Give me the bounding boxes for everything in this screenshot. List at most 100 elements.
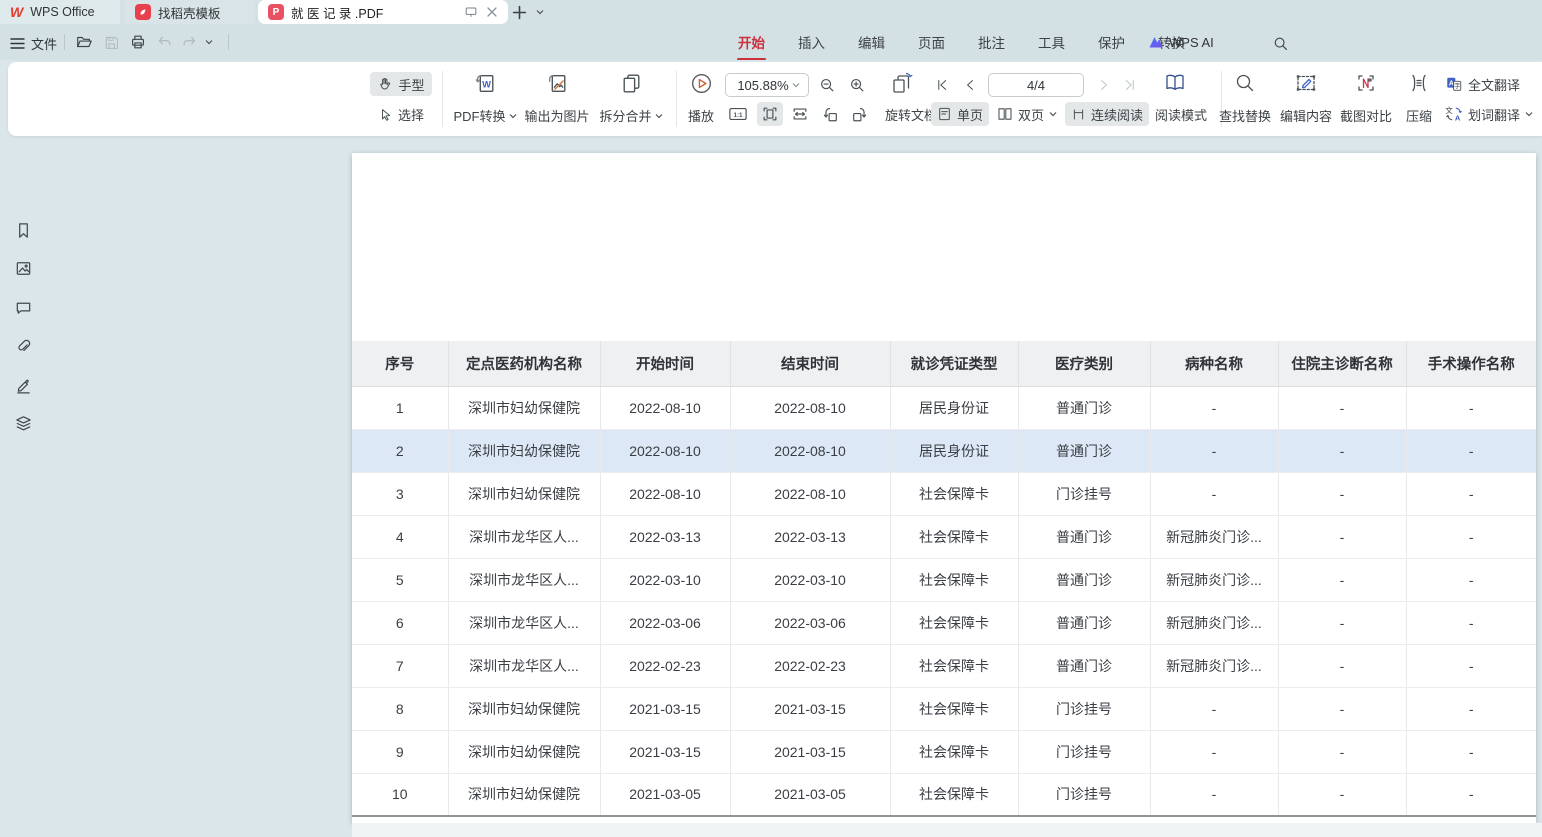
rotate-right-button[interactable] [847,102,873,126]
row-number-cell: 6 [352,601,448,644]
select-tool-button[interactable]: 选择 [370,102,432,126]
single-page-button[interactable]: 单页 [931,102,989,126]
row-number-cell: 1 [352,386,448,429]
compress-label: 压缩 [1406,106,1432,125]
table-cell: - [1278,773,1406,816]
menu-item-edit[interactable]: 编辑 [855,30,888,54]
menu-search-icon[interactable] [1268,31,1292,55]
compress-button[interactable]: 压缩 [1395,68,1443,130]
tab-docer-templates[interactable]: 找稻壳模板 [125,0,255,24]
close-tab-icon[interactable] [486,6,498,18]
print-button[interactable] [126,30,150,54]
zoom-level-combobox[interactable]: 105.88% [725,73,809,97]
redo-button[interactable] [178,30,202,54]
new-tab-button[interactable] [512,0,527,24]
menu-item-insert[interactable]: 插入 [795,30,828,54]
quick-access-chevron-icon[interactable] [200,30,218,54]
play-button[interactable]: 播放 [680,68,722,130]
chevron-down-icon [1049,111,1057,117]
tab-label: 找稻壳模板 [158,3,221,22]
wps-ai-button[interactable]: WPS AI [1148,33,1214,51]
zoom-in-button[interactable] [844,73,870,97]
read-mode-book-icon[interactable] [1160,68,1190,98]
word-translate-icon: 文 A [1445,105,1463,123]
tab-list-chevron-icon[interactable] [536,0,544,24]
column-header: 就诊凭证类型 [890,341,1018,386]
pdf-convert-icon: W [473,71,498,96]
find-replace-button[interactable]: 查找替换 [1214,68,1276,130]
divider [442,71,443,127]
continuous-read-icon [1071,107,1086,122]
tab-wps-office[interactable]: W WPS Office [0,0,120,24]
thumbnail-panel-icon[interactable] [12,257,34,279]
table-row: 5深圳市龙华区人...2022-03-102022-03-10社会保障卡普通门诊… [352,558,1536,601]
table-row: 9深圳市妇幼保健院2021-03-152021-03-15社会保障卡门诊挂号--… [352,730,1536,773]
continuous-read-label: 连续阅读 [1091,105,1143,124]
table-cell: - [1406,601,1536,644]
full-text-translate-button[interactable]: A 字 全文翻译 [1445,72,1537,96]
tab-document-pdf[interactable]: P 就 医 记 录 .PDF [258,0,508,24]
table-cell: 2022-03-06 [600,601,730,644]
row-number-cell: 4 [352,515,448,558]
divider [228,34,229,50]
attachment-panel-icon[interactable] [12,335,34,357]
export-image-label: 输出为图片 [524,106,589,125]
table-cell: - [1278,601,1406,644]
table-cell: 普通门诊 [1018,644,1150,687]
wps-logo-icon: W [10,4,23,20]
previous-page-button[interactable] [959,74,981,96]
export-image-button[interactable]: 输出为图片 [517,68,597,130]
column-header: 开始时间 [600,341,730,386]
hand-tool-button[interactable]: 手型 [370,72,432,96]
screen-share-icon[interactable] [463,4,479,20]
table-cell: - [1406,558,1536,601]
column-header: 序号 [352,341,448,386]
horizontal-scrollbar-track[interactable] [352,823,1542,837]
page-number-input[interactable]: 4/4 [988,73,1084,97]
split-merge-button[interactable]: 拆分合并 [591,68,671,130]
last-page-button[interactable] [1120,74,1140,96]
chevron-down-icon [509,113,517,119]
read-mode-button[interactable]: 阅读模式 [1151,102,1211,126]
menu-item-page[interactable]: 页面 [915,30,948,54]
fit-width-button[interactable] [787,102,813,126]
layers-panel-icon[interactable] [12,412,34,434]
menu-item-tools[interactable]: 工具 [1035,30,1068,54]
open-file-button[interactable] [72,30,96,54]
menu-bar: 文件 开始 插入 编辑 页面 批注 工具 保护 转换 [0,24,1542,60]
screenshot-compare-button[interactable]: 截图对比 [1335,68,1397,130]
signature-panel-icon[interactable] [12,374,34,396]
table-cell: - [1406,687,1536,730]
continuous-read-button[interactable]: 连续阅读 [1065,102,1149,126]
table-row: 1深圳市妇幼保健院2022-08-102022-08-10居民身份证普通门诊--… [352,386,1536,429]
fit-page-button[interactable] [757,102,783,126]
undo-button[interactable] [152,30,176,54]
table-cell: 2022-03-13 [600,515,730,558]
compress-icon [1407,71,1431,95]
rotate-pages-button[interactable] [884,70,920,98]
comment-panel-icon[interactable] [12,296,34,318]
pdf-page[interactable]: 序号定点医药机构名称开始时间结束时间就诊凭证类型医疗类别病种名称住院主诊断名称手… [352,153,1536,823]
rotate-left-button[interactable] [817,102,843,126]
next-page-button[interactable] [1094,74,1114,96]
pdf-convert-button[interactable]: W PDF转换 [448,68,522,130]
word-translate-button[interactable]: 文 A 划词翻译 [1445,102,1542,126]
edit-content-button[interactable]: 编辑内容 [1275,68,1337,130]
zoom-out-button[interactable] [814,73,840,97]
file-menu-button[interactable]: 文件 [10,32,57,54]
table-cell: 门诊挂号 [1018,773,1150,816]
table-cell: 2021-03-15 [600,730,730,773]
menu-item-comment[interactable]: 批注 [975,30,1008,54]
first-page-button[interactable] [931,74,953,96]
save-button[interactable] [99,30,123,54]
rotate-document-label: 旋转文档 [885,105,937,124]
menu-item-home[interactable]: 开始 [735,30,768,54]
table-cell: 社会保障卡 [890,730,1018,773]
table-cell: 2022-08-10 [730,472,890,515]
actual-size-button[interactable]: 1:1 [725,102,751,126]
bookmark-panel-icon[interactable] [12,219,34,241]
menu-item-protect[interactable]: 保护 [1095,30,1128,54]
double-page-button[interactable]: 双页 [995,102,1059,126]
table-cell: 新冠肺炎门诊... [1150,558,1278,601]
table-cell: 深圳市妇幼保健院 [448,429,600,472]
